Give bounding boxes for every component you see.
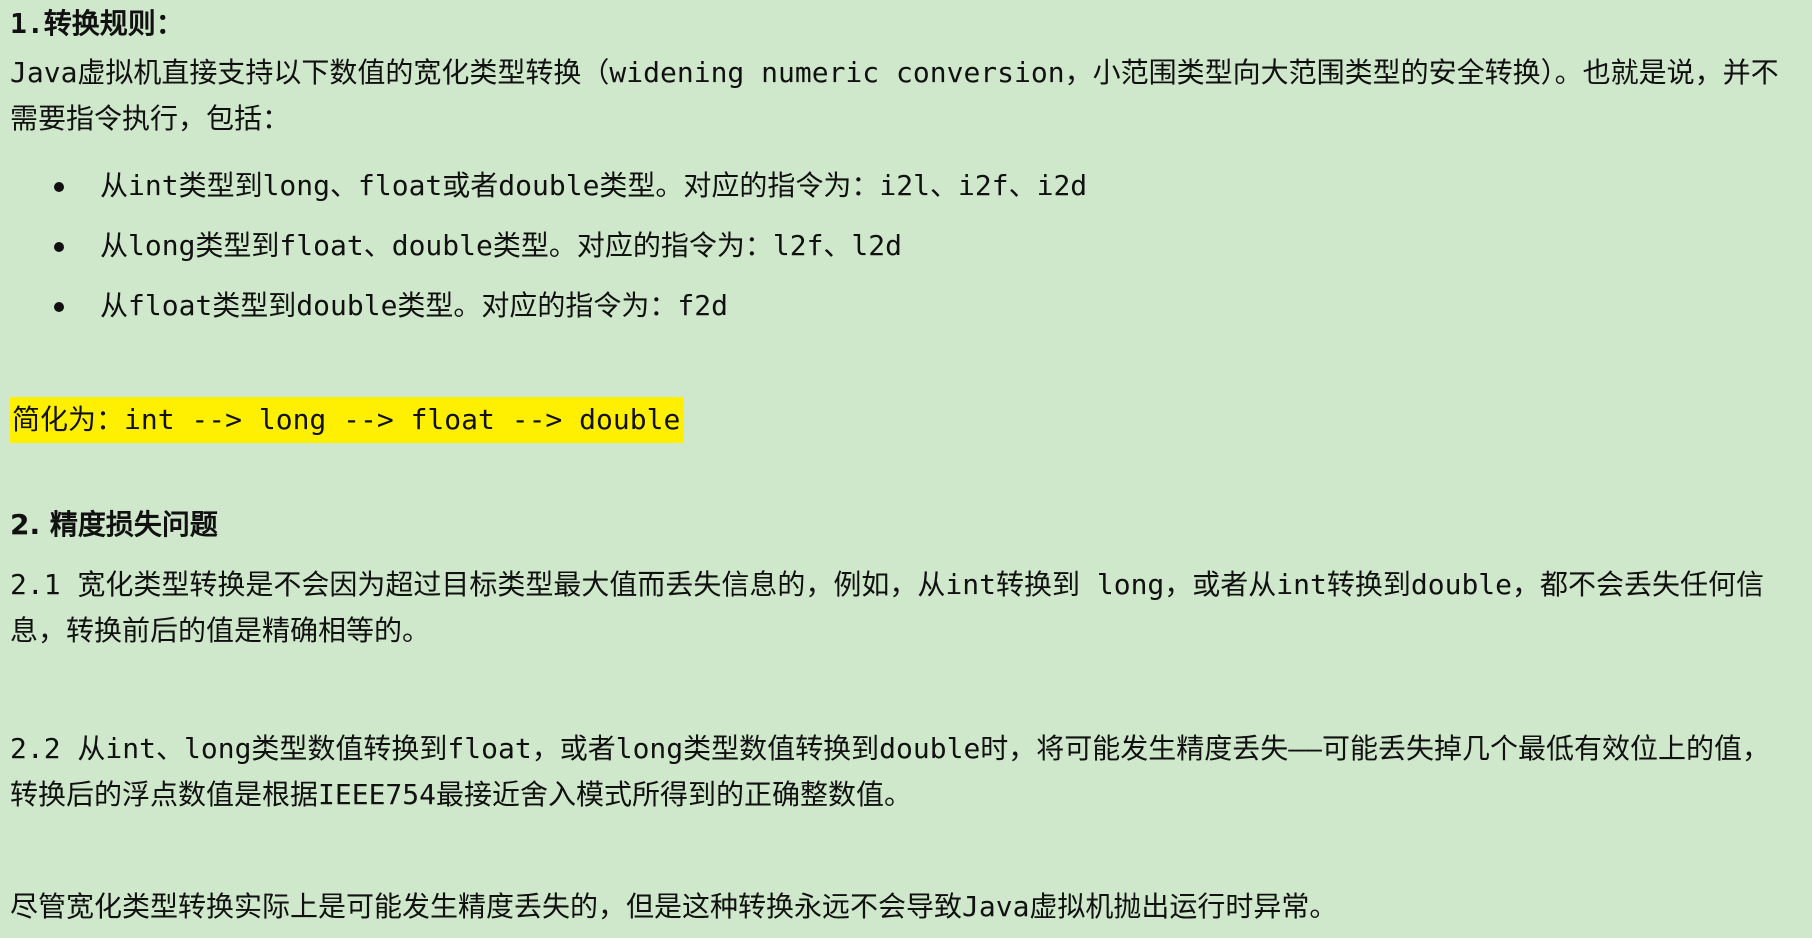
closing-note: 尽管宽化类型转换实际上是可能发生精度丢失的，但是这种转换永远不会导致Java虚拟… — [10, 890, 1338, 923]
list-item: 从float类型到double类型。对应的指令为：f2d — [50, 284, 1087, 344]
simplified-highlight: 简化为：int --> long --> float --> double — [10, 397, 685, 443]
bullet-icon — [54, 182, 64, 192]
section1-intro: Java虚拟机直接支持以下数值的宽化类型转换（widening numeric … — [10, 56, 1779, 135]
section1-heading: 1.转换规则： — [10, 7, 184, 40]
section2-heading: 2. 精度损失问题 — [10, 508, 218, 541]
list-item-text: 从long类型到float、double类型。对应的指令为：l2f、l2d — [100, 229, 903, 262]
bullet-icon — [54, 302, 64, 312]
paragraph-2-2: 2.2 从int、long类型数值转换到float，或者long类型数值转换到d… — [10, 732, 1771, 811]
bullet-icon — [54, 242, 64, 252]
list-item-text: 从float类型到double类型。对应的指令为：f2d — [100, 289, 729, 322]
list-item-text: 从int类型到long、float或者double类型。对应的指令为：i2l、i… — [100, 169, 1088, 202]
list-item: 从int类型到long、float或者double类型。对应的指令为：i2l、i… — [50, 164, 1087, 224]
conversion-list: 从int类型到long、float或者double类型。对应的指令为：i2l、i… — [50, 164, 1087, 344]
list-item: 从long类型到float、double类型。对应的指令为：l2f、l2d — [50, 224, 1087, 284]
paragraph-2-1: 2.1 宽化类型转换是不会因为超过目标类型最大值而丢失信息的，例如，从int转换… — [10, 568, 1765, 647]
document-page: 1.转换规则： Java虚拟机直接支持以下数值的宽化类型转换（widening … — [0, 0, 1812, 938]
